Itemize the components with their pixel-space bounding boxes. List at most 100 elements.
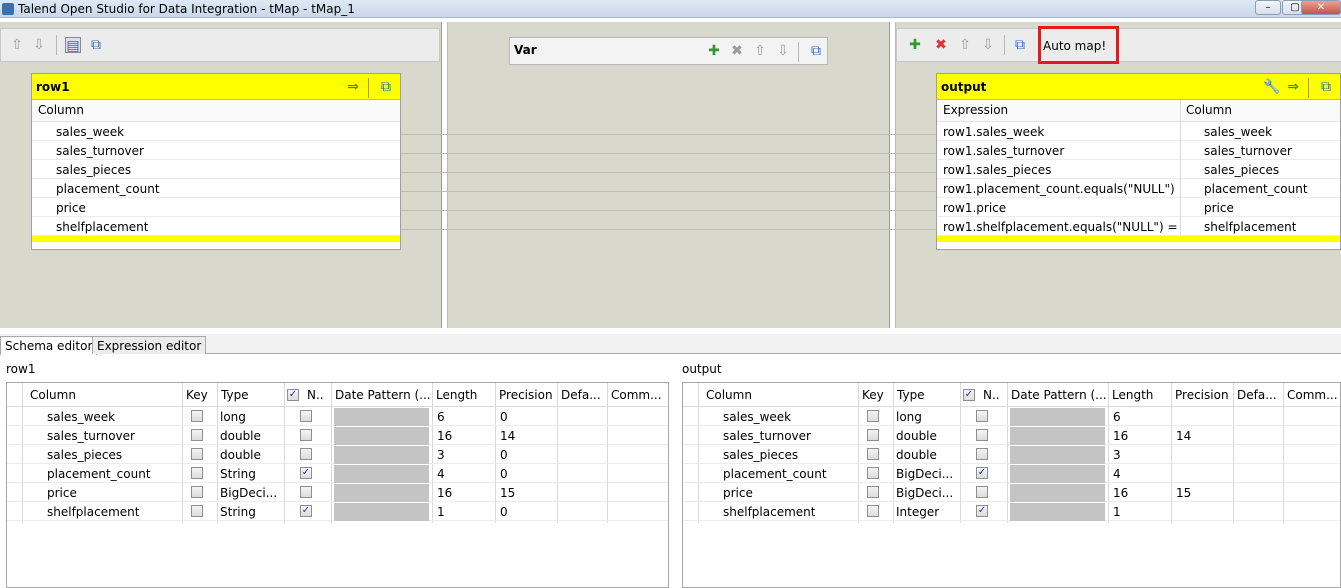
output-column-row[interactable]: row1.placement_count.equals("NULL") =...…: [937, 179, 1340, 198]
schema-header-cell[interactable]: Defa...: [1237, 388, 1277, 402]
remove-output-icon[interactable]: ✖: [933, 37, 949, 53]
key-checkbox[interactable]: [867, 505, 879, 517]
add-filter-icon[interactable]: ⇒: [1285, 79, 1301, 95]
property-icon[interactable]: ⧉: [1318, 79, 1334, 95]
nullable-checkbox[interactable]: [300, 448, 312, 460]
key-checkbox[interactable]: [191, 448, 203, 460]
expression-cell[interactable]: row1.sales_turnover: [943, 144, 1177, 158]
schema-header-cell[interactable]: Precision: [499, 388, 553, 402]
nullable-checkbox[interactable]: [976, 410, 988, 422]
schema-row[interactable]: shelfplacement String ✓ 1 0: [7, 502, 668, 521]
property-icon[interactable]: ⧉: [88, 37, 104, 53]
key-checkbox[interactable]: [867, 429, 879, 441]
nullable-all-checkbox[interactable]: ✓: [287, 389, 299, 401]
schema-length-cell[interactable]: 1: [1113, 505, 1121, 519]
schema-header-cell[interactable]: Date Pattern (...: [335, 388, 431, 402]
schema-column-cell[interactable]: price: [723, 486, 753, 500]
schema-row[interactable]: sales_week long 6 0: [7, 407, 668, 426]
move-down-icon[interactable]: ⇩: [980, 37, 996, 53]
schema-length-cell[interactable]: 6: [437, 410, 445, 424]
move-up-icon[interactable]: ⇧: [957, 37, 973, 53]
schema-header-cell[interactable]: Column: [706, 388, 752, 402]
schema-row[interactable]: sales_turnover double 16 14: [683, 426, 1340, 445]
schema-type-cell[interactable]: BigDeci...: [896, 467, 953, 481]
key-checkbox[interactable]: [191, 467, 203, 479]
schema-type-cell[interactable]: long: [896, 410, 922, 424]
property-icon[interactable]: ⧉: [808, 43, 824, 59]
schema-header-cell[interactable]: Date Pattern (...: [1011, 388, 1107, 402]
output-column-row[interactable]: row1.sales_week sales_week: [937, 122, 1340, 141]
schema-precision-cell[interactable]: 14: [500, 429, 515, 443]
schema-type-cell[interactable]: String: [220, 467, 256, 481]
schema-length-cell[interactable]: 4: [437, 467, 445, 481]
schema-column-cell[interactable]: sales_week: [723, 410, 791, 424]
schema-length-cell[interactable]: 6: [1113, 410, 1121, 424]
expression-cell[interactable]: row1.shelfplacement.equals("NULL") == ..…: [943, 220, 1177, 234]
schema-header-cell[interactable]: N..: [307, 388, 324, 402]
nullable-checkbox[interactable]: ✓: [300, 505, 312, 517]
schema-row[interactable]: sales_pieces double 3 0: [7, 445, 668, 464]
schema-type-cell[interactable]: double: [896, 429, 937, 443]
schema-length-cell[interactable]: 16: [1113, 429, 1128, 443]
schema-header-cell[interactable]: Key: [186, 388, 208, 402]
schema-row[interactable]: sales_pieces double 3: [683, 445, 1340, 464]
schema-type-cell[interactable]: BigDeci...: [220, 486, 277, 500]
schema-header-cell[interactable]: Defa...: [561, 388, 601, 402]
property-icon[interactable]: ⧉: [1012, 37, 1028, 53]
schema-header-cell[interactable]: Key: [862, 388, 884, 402]
schema-length-cell[interactable]: 3: [437, 448, 445, 462]
schema-column-cell[interactable]: sales_pieces: [47, 448, 122, 462]
row1-column-row[interactable]: sales_pieces: [32, 160, 400, 179]
schema-length-cell[interactable]: 16: [437, 429, 452, 443]
schema-header-cell[interactable]: Length: [1112, 388, 1153, 402]
nullable-checkbox[interactable]: ✓: [976, 467, 988, 479]
schema-column-cell[interactable]: placement_count: [47, 467, 151, 481]
schema-column-cell[interactable]: shelfplacement: [723, 505, 815, 519]
schema-type-cell[interactable]: double: [220, 429, 261, 443]
schema-header-cell[interactable]: Length: [436, 388, 477, 402]
expression-cell[interactable]: row1.sales_week: [943, 125, 1177, 139]
tab-expression-editor[interactable]: Expression editor: [92, 336, 207, 354]
schema-column-cell[interactable]: sales_pieces: [723, 448, 798, 462]
schema-type-cell[interactable]: String: [220, 505, 256, 519]
nullable-checkbox[interactable]: [976, 429, 988, 441]
schema-length-cell[interactable]: 1: [437, 505, 445, 519]
schema-type-cell[interactable]: long: [220, 410, 246, 424]
property-icon[interactable]: ⧉: [378, 79, 394, 95]
schema-type-cell[interactable]: Integer: [896, 505, 939, 519]
schema-precision-cell[interactable]: 0: [500, 448, 508, 462]
nullable-checkbox[interactable]: [976, 486, 988, 498]
schema-column-cell[interactable]: sales_turnover: [723, 429, 811, 443]
schema-header-cell[interactable]: Type: [221, 388, 249, 402]
wrench-icon[interactable]: 🔧: [1263, 79, 1280, 95]
schema-row[interactable]: shelfplacement Integer ✓ 1: [683, 502, 1340, 521]
schema-precision-cell[interactable]: 14: [1176, 429, 1191, 443]
schema-row[interactable]: placement_count BigDeci... ✓ 4: [683, 464, 1340, 483]
add-filter-icon[interactable]: ⇒: [345, 79, 361, 95]
schema-precision-cell[interactable]: 0: [500, 505, 508, 519]
key-checkbox[interactable]: [867, 410, 879, 422]
schema-header-cell[interactable]: N..: [983, 388, 1000, 402]
schema-type-cell[interactable]: double: [220, 448, 261, 462]
nullable-all-checkbox[interactable]: ✓: [963, 389, 975, 401]
schema-row[interactable]: sales_turnover double 16 14: [7, 426, 668, 445]
output-column-row[interactable]: row1.price price: [937, 198, 1340, 217]
add-var-icon[interactable]: ✚: [706, 43, 722, 59]
minimize-button[interactable]: –: [1255, 0, 1281, 15]
schema-length-cell[interactable]: 16: [437, 486, 452, 500]
schema-type-cell[interactable]: BigDeci...: [896, 486, 953, 500]
key-checkbox[interactable]: [191, 410, 203, 422]
schema-column-cell[interactable]: price: [47, 486, 77, 500]
nullable-checkbox[interactable]: ✓: [976, 505, 988, 517]
schema-precision-cell[interactable]: 0: [500, 467, 508, 481]
row1-column-row[interactable]: price: [32, 198, 400, 217]
schema-precision-cell[interactable]: 15: [1176, 486, 1191, 500]
schema-header-cell[interactable]: Type: [897, 388, 925, 402]
key-checkbox[interactable]: [867, 467, 879, 479]
key-checkbox[interactable]: [867, 486, 879, 498]
add-output-icon[interactable]: ✚: [907, 37, 923, 53]
move-up-icon[interactable]: ⇧: [752, 43, 768, 59]
schema-header-cell[interactable]: Comm...: [1287, 388, 1338, 402]
nullable-checkbox[interactable]: ✓: [300, 467, 312, 479]
minimize-tables-icon[interactable]: ▤: [65, 37, 81, 54]
